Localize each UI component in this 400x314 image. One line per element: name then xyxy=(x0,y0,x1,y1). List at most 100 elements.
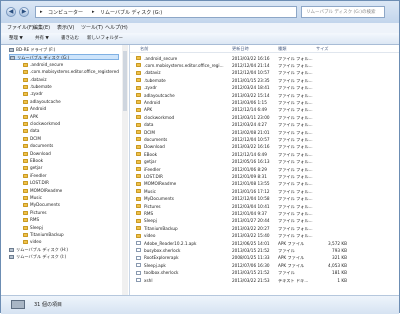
column-date[interactable]: 更新日時 xyxy=(232,46,249,52)
file-row[interactable]: .android_secure 2013/03/22 16:16 ファイル フォル.… xyxy=(130,55,399,61)
address-bar[interactable]: ▸ コンピューター ▸ リムーバブル ディスク (G:) xyxy=(35,6,297,18)
nav-folder-item[interactable]: iFeedler xyxy=(23,173,119,179)
file-row[interactable]: Android 2013/03/06 1:15 ファイル フォル... xyxy=(130,99,399,105)
nav-folder-item[interactable]: Download xyxy=(23,151,119,157)
file-row[interactable]: clockworkmod 2013/03/11 23:00 ファイル フォル... xyxy=(130,114,399,120)
nav-item-label: getjar xyxy=(30,165,43,171)
nav-folder-item[interactable]: getjar xyxy=(23,165,119,171)
column-size[interactable]: サイズ xyxy=(316,46,328,52)
nav-folder-item[interactable]: .zyxdr xyxy=(23,91,119,97)
file-name: iFeedler xyxy=(144,166,161,172)
file-type: ファイル フォル... xyxy=(278,173,313,179)
file-row[interactable]: video 2013/03/22 15:40 ファイル フォル... xyxy=(130,233,399,239)
column-type[interactable]: 種類 xyxy=(278,46,286,52)
nav-folder-item[interactable]: Sleepj xyxy=(23,225,119,231)
file-row[interactable]: data 2012/03/24 4:27 ファイル フォル... xyxy=(130,122,399,128)
nav-drive-item[interactable]: リムーバブル ディスク (G:) xyxy=(9,54,119,61)
nav-folder-item[interactable]: Pictures xyxy=(23,210,119,216)
nav-item-label: Music xyxy=(30,195,42,200)
nav-folder-item[interactable]: video xyxy=(23,239,119,245)
nav-folder-item[interactable]: MyDocuments xyxy=(23,202,119,208)
column-header: 名前 更新日時 種類 サイズ xyxy=(130,45,399,53)
nav-folder-item[interactable]: DCIM xyxy=(23,136,119,142)
nav-drive-item[interactable]: リムーバブル ディスク (H:) xyxy=(9,247,119,253)
navigation-scrollbar[interactable] xyxy=(122,45,128,295)
menu-view[interactable]: 表示(V) xyxy=(57,24,74,31)
file-name: toolbox.sherlock xyxy=(144,270,179,276)
file-row[interactable]: MyDocuments 2012/12/04 10:58 ファイル フォル... xyxy=(130,196,399,202)
file-row[interactable]: .com.mobisystems.editor.office_regi... 20… xyxy=(130,62,399,68)
file-name: APK xyxy=(144,107,153,113)
nav-folder-item[interactable]: .android_secure xyxy=(23,62,119,68)
column-name[interactable]: 名前 xyxy=(140,46,148,52)
file-row[interactable]: busybox.sherlock 2013/03/15 21:52 ファイル 793 … xyxy=(130,247,399,253)
nav-folder-item[interactable]: adlayoutcache xyxy=(23,99,119,105)
file-row[interactable]: Download 2013/03/22 16:16 ファイル フォル... xyxy=(130,144,399,150)
nav-folder-item[interactable]: MOMOIReadme xyxy=(23,188,119,194)
folder-icon xyxy=(23,159,28,163)
nav-drive-item[interactable]: リムーバブル ディスク (I:) xyxy=(9,254,119,260)
share-button[interactable]: 共有 ▼ xyxy=(35,35,49,41)
file-row[interactable]: .dataviz 2012/12/04 10:57 ファイル フォル... xyxy=(130,70,399,76)
search-box[interactable]: リムーバブル ディスク (G:)の検索 xyxy=(301,6,385,18)
file-list[interactable]: 名前 更新日時 種類 サイズ .android_secure 2013/03/22… xyxy=(130,45,399,295)
file-row[interactable]: getjar 2012/05/16 16:13 ファイル フォル... xyxy=(130,159,399,165)
nav-folder-item[interactable]: documents xyxy=(23,143,119,149)
file-row[interactable]: .zyxdr 2012/03/24 18:41 ファイル フォル... xyxy=(130,85,399,91)
menu-file[interactable]: ファイル(F) xyxy=(7,24,34,31)
file-row[interactable]: LOST.DIR 2012/01/09 8:31 ファイル フォル... xyxy=(130,173,399,179)
file-row[interactable]: MOMOIReadme 2012/01/08 13:55 ファイル フォル... xyxy=(130,181,399,187)
file-date: 2013/02/08 21:01 xyxy=(232,129,270,135)
file-row[interactable]: Sleepj 2013/01/27 20:44 ファイル フォル... xyxy=(130,218,399,224)
file-row[interactable]: documents 2012/12/04 10:57 ファイル フォル... xyxy=(130,136,399,142)
nav-folder-item[interactable]: Android xyxy=(23,106,119,112)
file-row[interactable]: Adobe_Reader10.2.1.apk 2012/06/25 14:01 AP… xyxy=(130,240,399,246)
new-folder-button[interactable]: 新しいフォルダー xyxy=(87,35,123,41)
file-row[interactable]: .tubemate 2013/01/15 23:35 ファイル フォル... xyxy=(130,77,399,83)
file-row[interactable]: Pictures 2012/03/04 10:41 ファイル フォル... xyxy=(130,203,399,209)
file-row[interactable]: TitaniumBackup 2013/03/22 20:27 ファイル フォル..… xyxy=(130,225,399,231)
file-row[interactable]: Sleepj.apk 2012/07/06 16:30 APK ファイル 4,053 … xyxy=(130,262,399,268)
nav-folder-item[interactable]: .tubemate xyxy=(23,84,119,90)
file-date: 2012/05/16 16:13 xyxy=(232,159,270,165)
breadcrumb-computer[interactable]: コンピューター xyxy=(48,9,83,16)
nav-folder-item[interactable]: TitaniumBackup xyxy=(23,232,119,238)
nav-folder-item[interactable]: .dataviz xyxy=(23,77,119,83)
nav-folder-item[interactable]: data xyxy=(23,128,119,134)
file-row[interactable]: APK 2012/12/14 6:49 ファイル フォル... xyxy=(130,107,399,113)
back-button[interactable]: ◀ xyxy=(6,7,16,17)
file-type: APK ファイル xyxy=(278,255,305,261)
nav-folder-item[interactable]: RMS xyxy=(23,217,119,223)
file-row[interactable]: Music 2013/01/16 17:12 ファイル フォル... xyxy=(130,188,399,194)
menu-edit[interactable]: 編集(E) xyxy=(33,24,50,31)
navigation-pane[interactable]: BD-RE ドライブ (F:) リムーバブル ディスク (G:) .android_… xyxy=(1,45,130,295)
file-type: ファイル フォル... xyxy=(278,92,313,98)
file-date: 2013/03/22 15:40 xyxy=(232,233,270,239)
nav-folder-item[interactable]: Music xyxy=(23,195,119,201)
folder-icon xyxy=(136,196,141,201)
file-row[interactable]: adlayoutcache 2013/03/22 15:14 ファイル フォル... xyxy=(130,92,399,98)
menu-tools[interactable]: ツール(T) xyxy=(81,24,103,31)
file-row[interactable]: iFeedler 2012/01/06 8:29 ファイル フォル... xyxy=(130,166,399,172)
file-name: Pictures xyxy=(144,203,161,209)
file-row[interactable]: EBook 2012/12/14 6:49 ファイル フォル... xyxy=(130,151,399,157)
burn-button[interactable]: 書き込む xyxy=(61,35,79,41)
nav-folder-item[interactable]: LOST.DIR xyxy=(23,180,119,186)
menu-help[interactable]: ヘルプ(H) xyxy=(105,24,128,31)
file-name: documents xyxy=(144,136,168,142)
file-row[interactable]: DCIM 2013/02/08 21:01 ファイル フォル... xyxy=(130,129,399,135)
file-row[interactable]: toolbox.sherlock 2013/03/15 21:52 ファイル 181 … xyxy=(130,270,399,276)
breadcrumb-drive[interactable]: リムーバブル ディスク (G:) xyxy=(100,9,162,16)
nav-folder-item[interactable]: .com.mobisystems.editor.office_registere… xyxy=(23,69,119,75)
forward-button[interactable]: ▶ xyxy=(19,7,29,17)
nav-drive-item[interactable]: BD-RE ドライブ (F:) xyxy=(9,47,119,53)
nav-folder-item[interactable]: clockworkmod xyxy=(23,121,119,127)
organize-button[interactable]: 整理 ▼ xyxy=(9,35,23,41)
nav-folder-item[interactable]: APK xyxy=(23,114,119,120)
file-row[interactable]: RootExplorerapk 2008/01/25 11:33 APK ファイル 3… xyxy=(130,255,399,261)
nav-folder-item[interactable]: EBook xyxy=(23,158,119,164)
file-type: ファイル フォル... xyxy=(278,122,313,128)
file-row[interactable]: RMS 2012/01/04 9:37 ファイル フォル... xyxy=(130,210,399,216)
navigation-scroll-thumb[interactable] xyxy=(123,51,127,111)
file-row[interactable]: xshl 2013/03/22 21:53 テキスト ドキ... 1 KB xyxy=(130,277,399,283)
